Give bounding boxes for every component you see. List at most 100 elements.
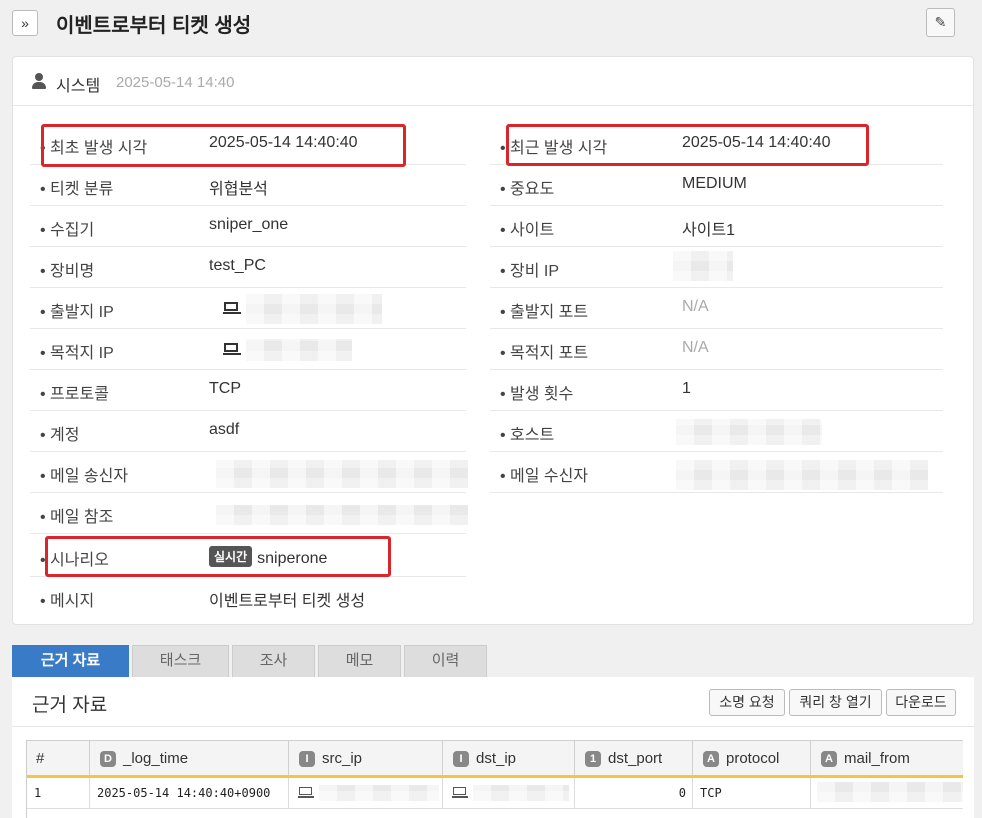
field-ticket-category: • 티켓 분류 위협분석 — [30, 165, 466, 206]
field-value: 사이트1 — [682, 222, 736, 239]
field-protocol: • 프로토콜 TCP — [30, 370, 466, 411]
field-label: • 티켓 분류 — [40, 181, 114, 198]
computer-icon[interactable] — [452, 787, 468, 799]
table-cell — [811, 778, 963, 808]
creator-name: 시스템 — [56, 78, 101, 95]
redacted-value — [216, 505, 468, 525]
ip-type-icon: I — [453, 751, 469, 767]
column-header-log-time[interactable]: D _log_time — [90, 740, 289, 775]
table-cell: 0 — [575, 778, 693, 808]
table-cell — [289, 778, 443, 808]
field-label: • 메일 수신자 — [500, 468, 589, 485]
column-header-mail-from[interactable]: A mail_from — [811, 740, 963, 775]
computer-icon[interactable] — [223, 302, 241, 315]
column-header-dst-ip[interactable]: I dst_ip — [443, 740, 575, 775]
tab-evidence[interactable]: 근거 자료 — [12, 645, 129, 677]
field-source-port: • 출발지 포트 N/A — [490, 288, 943, 329]
field-label: • 호스트 — [500, 427, 555, 444]
field-label: • 목적지 포트 — [500, 345, 589, 362]
column-header-protocol[interactable]: A protocol — [693, 740, 811, 775]
field-label: • 사이트 — [500, 222, 555, 239]
field-label: • 프로토콜 — [40, 386, 109, 403]
ip-type-icon: I — [299, 751, 315, 767]
column-header-index[interactable]: # — [27, 740, 90, 775]
field-host: • 호스트 — [490, 411, 943, 452]
pencil-icon: ✎ — [934, 14, 947, 30]
created-time: 2025-05-14 14:40 — [116, 74, 235, 91]
redacted-value — [473, 785, 569, 801]
page-title: 이벤트로부터 티켓 생성 — [56, 15, 252, 37]
highlight-box — [41, 124, 406, 167]
field-mail-cc: • 메일 참조 — [30, 493, 468, 534]
field-mail-recipient: • 메일 수신자 — [490, 452, 943, 493]
tab-investigation[interactable]: 조사 — [232, 645, 315, 677]
field-value: N/A — [682, 339, 709, 356]
field-value: sniper_one — [209, 216, 289, 233]
field-value: 위협분석 — [209, 181, 268, 198]
field-value: 이벤트로부터 티켓 생성 — [209, 593, 366, 610]
evidence-grid: # D _log_time I src_ip I dst_ip 1 dst_po… — [26, 740, 963, 818]
field-label: • 장비명 — [40, 263, 95, 280]
computer-icon[interactable] — [223, 343, 241, 356]
tab-tasks[interactable]: 태스크 — [132, 645, 229, 677]
field-label: • 중요도 — [500, 181, 555, 198]
table-cell: TCP — [693, 778, 811, 808]
divider — [12, 726, 974, 727]
number-type-icon: 1 — [585, 751, 601, 767]
field-occurrence-count: • 발생 횟수 1 — [490, 370, 943, 411]
field-value: test_PC — [209, 257, 266, 274]
redacted-value — [676, 419, 822, 445]
user-icon — [32, 73, 46, 89]
column-header-dst-port[interactable]: 1 dst_port — [575, 740, 693, 775]
field-value: TCP — [209, 380, 241, 397]
computer-icon[interactable] — [298, 787, 314, 799]
field-label: • 출발지 IP — [40, 304, 114, 321]
field-device-ip: • 장비 IP — [490, 247, 943, 288]
field-destination-port: • 목적지 포트 N/A — [490, 329, 943, 370]
redacted-value — [319, 785, 439, 801]
redacted-value — [817, 782, 963, 802]
table-cell: 2025-05-14 14:40:40+0900 — [90, 778, 289, 808]
field-label: • 발생 횟수 — [500, 386, 574, 403]
top-bar: » 이벤트로부터 티켓 생성 ✎ — [0, 0, 982, 48]
field-value: MEDIUM — [682, 175, 747, 192]
field-source-ip: • 출발지 IP — [30, 288, 466, 329]
field-value: N/A — [682, 298, 709, 315]
card-header: 시스템 2025-05-14 14:40 — [13, 57, 973, 106]
field-label: • 출발지 포트 — [500, 304, 589, 321]
redacted-value — [673, 251, 733, 281]
string-type-icon: A — [821, 751, 837, 767]
field-message: • 메시지 이벤트로부터 티켓 생성 — [30, 577, 466, 618]
field-severity: • 중요도 MEDIUM — [490, 165, 943, 206]
highlight-box — [506, 124, 869, 166]
field-label: • 메시지 — [40, 593, 95, 610]
field-label: • 목적지 IP — [40, 345, 114, 362]
field-label: • 수집기 — [40, 222, 95, 239]
field-site: • 사이트 사이트1 — [490, 206, 943, 247]
column-header-src-ip[interactable]: I src_ip — [289, 740, 443, 775]
redacted-value — [676, 460, 928, 490]
field-label: • 메일 참조 — [40, 509, 114, 526]
download-button[interactable]: 다운로드 — [886, 689, 956, 716]
field-label: • 메일 송신자 — [40, 468, 129, 485]
expand-sidebar-button[interactable]: » — [12, 10, 38, 36]
field-mail-sender: • 메일 송신자 — [30, 452, 468, 493]
field-label: • 장비 IP — [500, 263, 560, 280]
row-divider — [27, 808, 963, 809]
field-device-name: • 장비명 test_PC — [30, 247, 466, 288]
field-destination-ip: • 목적지 IP — [30, 329, 466, 370]
panel-title: 근거 자료 — [32, 695, 108, 716]
field-account: • 계정 asdf — [30, 411, 466, 452]
field-value: asdf — [209, 421, 240, 438]
field-label: • 계정 — [40, 427, 80, 444]
open-query-window-button[interactable]: 쿼리 창 열기 — [789, 689, 882, 716]
field-value: 1 — [682, 380, 691, 397]
request-explanation-button[interactable]: 소명 요청 — [709, 689, 785, 716]
redacted-value — [216, 460, 468, 488]
tab-history[interactable]: 이력 — [404, 645, 487, 677]
double-chevron-right-icon: » — [21, 15, 29, 31]
tab-memo[interactable]: 메모 — [318, 645, 401, 677]
highlight-box — [45, 536, 391, 577]
edit-button[interactable]: ✎ — [926, 8, 955, 37]
redacted-value — [246, 294, 382, 324]
